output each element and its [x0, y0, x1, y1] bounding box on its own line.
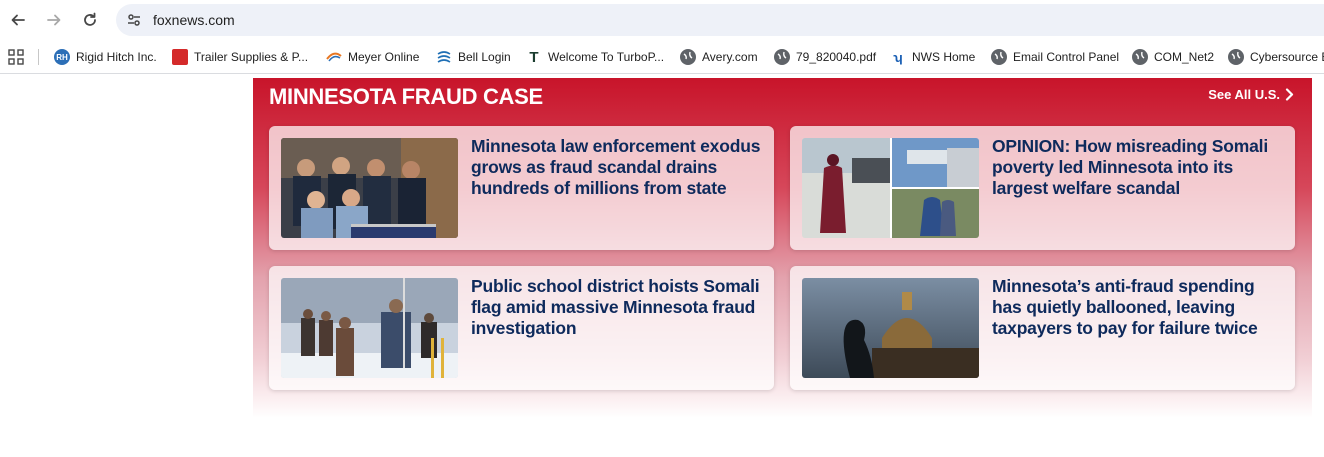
bookmark-meyer-online[interactable]: Meyer Online: [326, 47, 419, 67]
globe-icon: [991, 49, 1007, 65]
url-text[interactable]: foxnews.com: [153, 12, 235, 28]
see-all-link[interactable]: See All U.S.: [1208, 87, 1294, 102]
back-button[interactable]: [6, 8, 30, 32]
chevron-right-icon: [1285, 88, 1294, 101]
bookmarks-separator: [38, 49, 39, 65]
bookmark-label: Cybersource B: [1250, 50, 1324, 64]
bookmark-pdf[interactable]: 79_820040.pdf: [774, 47, 876, 67]
story-headline[interactable]: Minnesota’s anti-fraud spending has quie…: [992, 276, 1282, 339]
trailer-supplies-favicon: [172, 49, 188, 65]
site-info-button[interactable]: [124, 10, 144, 30]
bookmark-bell-login[interactable]: Bell Login: [436, 47, 511, 67]
bookmark-label: NWS Home: [912, 50, 976, 64]
story-headline[interactable]: Minnesota law enforcement exodus grows a…: [471, 136, 761, 199]
minnesota-fraud-section: MINNESOTA FRAUD CASE See All U.S. Minnes…: [253, 78, 1312, 418]
apps-grid-icon: [8, 49, 24, 65]
bell-favicon: [436, 49, 452, 65]
browser-toolbar: foxnews.com: [0, 0, 1324, 40]
story-thumbnail[interactable]: [802, 138, 979, 238]
address-bar[interactable]: foxnews.com: [116, 4, 1324, 36]
turbo-favicon: T: [529, 48, 539, 66]
bookmark-label: 79_820040.pdf: [796, 50, 877, 64]
rigid-hitch-favicon: RH: [54, 49, 70, 65]
globe-icon: [1228, 49, 1244, 65]
forward-arrow-icon: [47, 14, 61, 26]
bookmark-label: Trailer Supplies & P...: [194, 50, 309, 64]
reload-button[interactable]: [78, 8, 102, 32]
bookmark-com-net2[interactable]: COM_Net2: [1132, 47, 1214, 67]
story-card[interactable]: Minnesota law enforcement exodus grows a…: [269, 126, 774, 250]
globe-icon: [1132, 49, 1148, 65]
reload-icon: [84, 12, 96, 26]
bookmark-label: Welcome To TurboP...: [548, 50, 665, 64]
see-all-label: See All U.S.: [1208, 87, 1280, 102]
story-headline[interactable]: OPINION: How misreading Somali poverty l…: [992, 136, 1282, 199]
story-card[interactable]: Public school district hoists Somali fla…: [269, 266, 774, 390]
story-thumbnail[interactable]: [281, 278, 458, 378]
story-thumbnail[interactable]: [281, 138, 458, 238]
globe-icon: [680, 49, 696, 65]
somali-street-collage-photo: [802, 138, 979, 238]
bookmark-turbo[interactable]: T Welcome To TurboP...: [526, 47, 664, 67]
bookmark-trailer-supplies[interactable]: Trailer Supplies & P...: [172, 47, 308, 67]
bookmark-avery[interactable]: Avery.com: [680, 47, 758, 67]
nws-favicon: ʮ: [893, 49, 903, 65]
story-card[interactable]: Minnesota’s anti-fraud spending has quie…: [790, 266, 1295, 390]
bookmark-label: Rigid Hitch Inc.: [76, 50, 157, 64]
back-arrow-icon: [11, 14, 25, 26]
bookmark-label: Avery.com: [702, 50, 758, 64]
bookmark-email-control-panel[interactable]: Email Control Panel: [991, 47, 1119, 67]
police-funeral-photo: [281, 138, 458, 238]
tune-icon: [128, 14, 140, 26]
bookmark-nws-home[interactable]: ʮ NWS Home: [890, 47, 975, 67]
story-headline[interactable]: Public school district hoists Somali fla…: [471, 276, 761, 339]
story-card[interactable]: OPINION: How misreading Somali poverty l…: [790, 126, 1295, 250]
capitol-silhouette-photo: [802, 278, 979, 378]
bookmarks-bar: RH Rigid Hitch Inc. Trailer Supplies & P…: [0, 40, 1324, 74]
bookmark-rigid-hitch[interactable]: RH Rigid Hitch Inc.: [54, 47, 157, 67]
forward-button[interactable]: [42, 8, 66, 32]
section-title: MINNESOTA FRAUD CASE: [269, 84, 543, 109]
bookmark-label: COM_Net2: [1154, 50, 1215, 64]
bookmark-label: Email Control Panel: [1013, 50, 1120, 64]
story-thumbnail[interactable]: [802, 278, 979, 378]
apps-button[interactable]: [8, 49, 24, 65]
bookmark-label: Bell Login: [458, 50, 511, 64]
meyer-favicon: [326, 49, 342, 65]
flag-raising-photo: [281, 278, 458, 378]
bookmark-cybersource[interactable]: Cybersource B: [1228, 47, 1324, 67]
bookmark-label: Meyer Online: [348, 50, 420, 64]
globe-icon: [774, 49, 790, 65]
